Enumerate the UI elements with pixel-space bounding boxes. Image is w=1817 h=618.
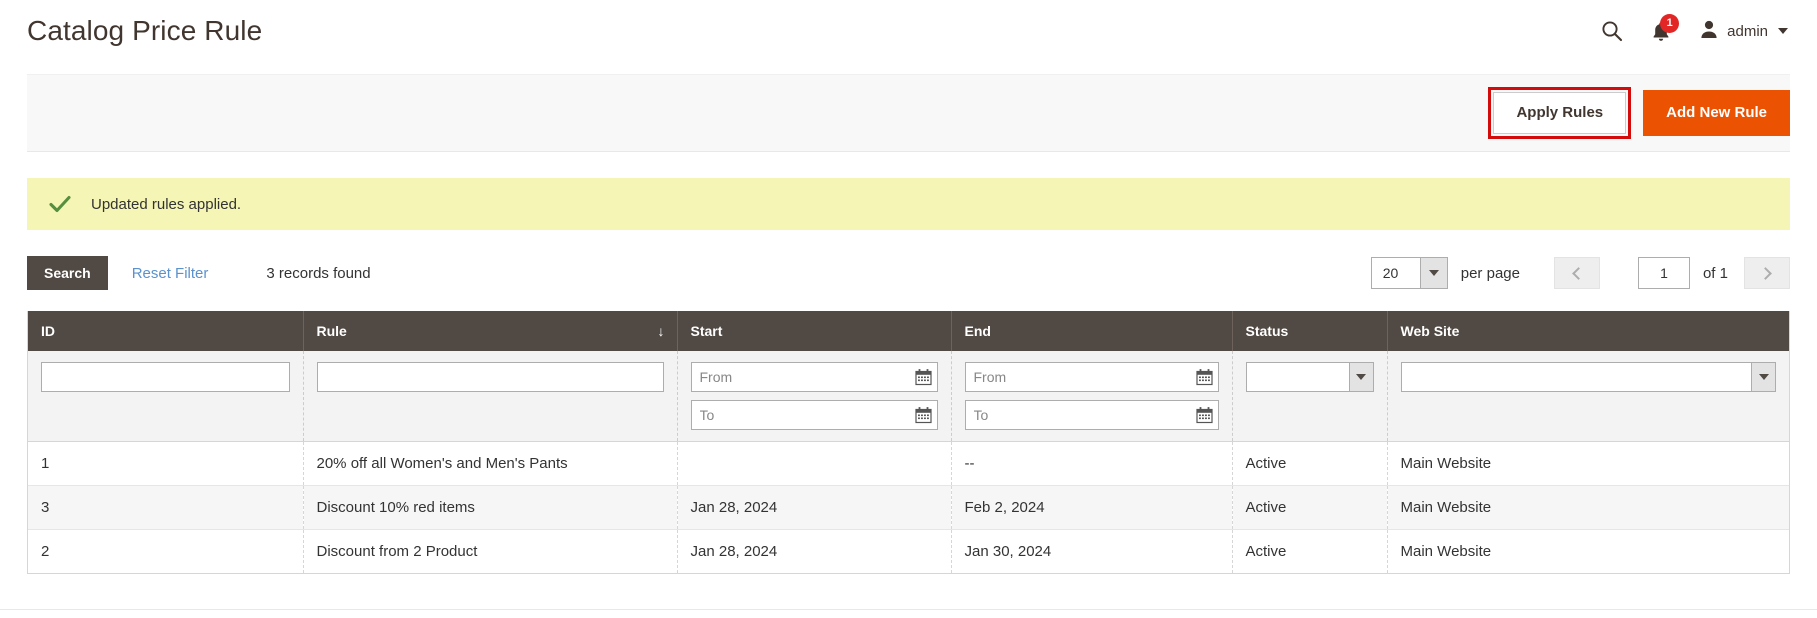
table-row[interactable]: 3 Discount 10% red items Jan 28, 2024 Fe… [28, 485, 1789, 530]
cell-website: Main Website [1387, 485, 1789, 530]
column-header-start[interactable]: Start [677, 311, 952, 351]
cell-id: 3 [28, 485, 304, 530]
filter-id-input[interactable] [41, 362, 290, 392]
filter-end-to-input[interactable] [964, 400, 1219, 430]
previous-page-button[interactable] [1553, 257, 1600, 289]
cell-website: Main Website [1387, 441, 1789, 486]
filter-start-from-input[interactable] [690, 362, 938, 392]
cell-website: Main Website [1387, 529, 1789, 573]
admin-label: admin [1727, 22, 1768, 40]
cell-rule: Discount 10% red items [303, 485, 678, 530]
cell-start: Jan 28, 2024 [677, 529, 952, 573]
cell-id: 1 [28, 441, 304, 486]
catalog-price-rule-grid: ID Rule ↓ Start End Status Web Site From… [27, 311, 1790, 574]
filter-website-value [1402, 363, 1752, 391]
page-header: Catalog Price Rule 1 admin [0, 0, 1817, 62]
apply-rules-button[interactable]: Apply Rules [1493, 92, 1627, 134]
check-icon [49, 195, 71, 213]
notification-bell-icon[interactable]: 1 [1651, 13, 1680, 42]
chevron-down-icon [1778, 28, 1788, 34]
filter-cell-status [1232, 351, 1388, 442]
chevron-right-icon [1759, 266, 1772, 280]
calendar-icon[interactable] [1195, 407, 1213, 424]
filter-start-from-wrap [690, 362, 938, 392]
filter-cell-website [1387, 351, 1789, 442]
cell-start [677, 441, 952, 486]
apply-rules-highlight-box: Apply Rules [1488, 87, 1632, 139]
per-page-label: per page [1460, 264, 1520, 282]
filter-cell-rule [303, 351, 678, 442]
grid-controls: Search Reset Filter 3 records found 20 p… [27, 256, 1790, 290]
calendar-icon[interactable] [914, 407, 932, 424]
filter-status-select[interactable] [1245, 362, 1374, 392]
filter-end-from-wrap [964, 362, 1219, 392]
filter-cell-end [951, 351, 1233, 442]
filter-rule-input[interactable] [316, 362, 664, 392]
column-header-rule-label: Rule [316, 323, 347, 339]
add-new-rule-button[interactable]: Add New Rule [1643, 90, 1790, 136]
cell-end: Feb 2, 2024 [951, 485, 1233, 530]
cell-status: Active [1232, 529, 1388, 573]
user-avatar-icon [1699, 19, 1719, 43]
grid-controls-left: Search Reset Filter 3 records found [27, 256, 371, 290]
page-bottom-divider [0, 609, 1817, 610]
page-actions-toolbar: Apply Rules Add New Rule [27, 74, 1790, 152]
cell-status: Active [1232, 441, 1388, 486]
search-button[interactable]: Search [27, 256, 108, 290]
chevron-down-icon [1751, 363, 1775, 391]
table-row[interactable]: 1 20% off all Women's and Men's Pants --… [28, 441, 1789, 486]
chevron-down-icon [1419, 258, 1447, 288]
page-title: Catalog Price Rule [27, 15, 263, 46]
per-page-value: 20 [1382, 265, 1399, 281]
header-actions: 1 admin [1601, 13, 1790, 43]
filter-end-from-input[interactable] [964, 362, 1219, 392]
search-icon[interactable] [1601, 20, 1623, 42]
page-number-input[interactable] [1637, 257, 1690, 289]
column-header-rule[interactable]: Rule ↓ [303, 311, 678, 351]
cell-end: -- [951, 441, 1233, 486]
chevron-left-icon [1572, 266, 1585, 280]
column-header-id[interactable]: ID [28, 311, 304, 351]
sort-descending-icon: ↓ [657, 323, 665, 339]
column-header-website[interactable]: Web Site [1387, 311, 1789, 351]
filter-website-select[interactable] [1400, 362, 1776, 392]
next-page-button[interactable] [1744, 257, 1790, 289]
total-pages-label: of 1 [1702, 264, 1728, 282]
records-found-label: 3 records found [266, 264, 371, 282]
table-row[interactable]: 2 Discount from 2 Product Jan 28, 2024 J… [28, 529, 1789, 573]
notification-badge: 1 [1660, 13, 1680, 33]
chevron-down-icon [1348, 363, 1373, 391]
success-message: Updated rules applied. [27, 178, 1790, 230]
calendar-icon[interactable] [1195, 369, 1213, 386]
success-message-text: Updated rules applied. [91, 195, 242, 213]
cell-status: Active [1232, 485, 1388, 530]
cell-end: Jan 30, 2024 [951, 529, 1233, 573]
reset-filter-link[interactable]: Reset Filter [132, 265, 209, 282]
filter-cell-id [28, 351, 304, 442]
filter-status-value [1247, 363, 1349, 391]
filter-end-to-wrap [964, 400, 1219, 430]
filter-start-to-input[interactable] [690, 400, 938, 430]
column-header-end[interactable]: End [951, 311, 1233, 351]
cell-start: Jan 28, 2024 [677, 485, 952, 530]
per-page-select[interactable]: 20 [1370, 257, 1448, 289]
cell-rule: Discount from 2 Product [303, 529, 678, 573]
grid-filter-row [28, 351, 1789, 442]
column-header-status[interactable]: Status [1232, 311, 1388, 351]
pagination-controls: 20 per page of 1 [1370, 257, 1790, 289]
admin-menu[interactable]: admin [1699, 19, 1788, 43]
grid-header-row: ID Rule ↓ Start End Status Web Site [28, 311, 1789, 351]
filter-cell-start [677, 351, 952, 442]
cell-rule: 20% off all Women's and Men's Pants [303, 441, 678, 486]
calendar-icon[interactable] [914, 369, 932, 386]
filter-start-to-wrap [690, 400, 938, 430]
cell-id: 2 [28, 529, 304, 573]
